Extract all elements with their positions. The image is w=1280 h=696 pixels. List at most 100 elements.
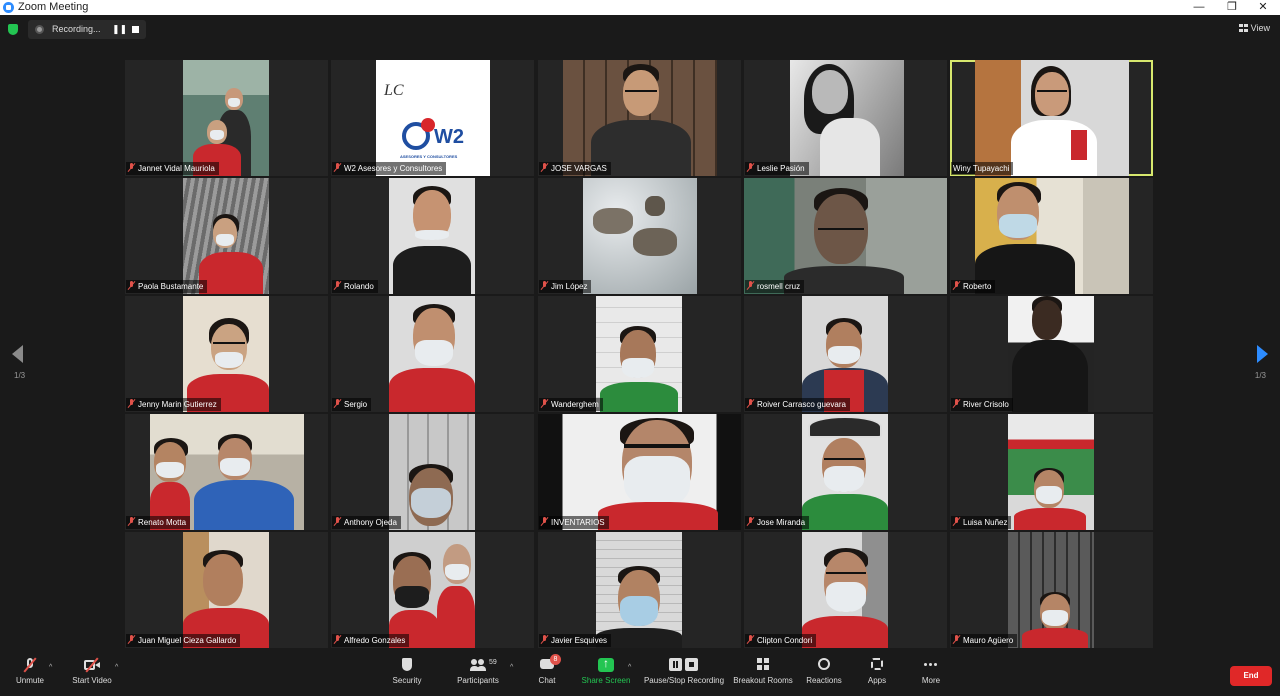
audio-options-caret-icon[interactable]: ^	[49, 664, 52, 671]
apps-button[interactable]: Apps	[862, 658, 892, 685]
previous-page-arrow-icon[interactable]	[12, 345, 23, 363]
chat-button[interactable]: 8 Chat	[532, 654, 562, 685]
participant-name: Juan Miguel Cieza Gallardo	[126, 634, 241, 647]
view-button[interactable]: View	[1238, 23, 1270, 33]
participant-tile[interactable]: Rolando	[331, 178, 534, 294]
mic-muted-icon	[747, 635, 754, 644]
participant-tile[interactable]: Renato Motta	[125, 414, 328, 530]
participant-name: Renato Motta	[126, 516, 191, 529]
participant-name: Rolando	[332, 280, 378, 293]
participant-tile[interactable]: Jannet Vidal Mauriola	[125, 60, 328, 176]
shield-icon[interactable]	[8, 24, 18, 35]
participant-name: INVENTARIOS	[539, 516, 609, 529]
participant-tile[interactable]: Wanderghem	[538, 296, 741, 412]
mic-muted-icon	[747, 281, 754, 290]
participant-name: Luisa Nuñez	[951, 516, 1012, 529]
participant-name: Jose Miranda	[745, 516, 810, 529]
start-video-button[interactable]: Start Video	[66, 657, 118, 685]
participant-tile[interactable]: Leslie Pasión	[744, 60, 947, 176]
participant-video	[389, 178, 475, 294]
maximize-button[interactable]: ❐	[1217, 0, 1247, 15]
mic-muted-icon	[541, 399, 548, 408]
participant-tile[interactable]: Mauro Agüero	[950, 532, 1153, 648]
recording-label: Recording...	[52, 24, 101, 34]
participant-tile[interactable]: River Crisolo	[950, 296, 1153, 412]
participant-tile[interactable]: Javier Esquives	[538, 532, 741, 648]
end-meeting-button[interactable]: End	[1230, 666, 1272, 686]
participant-tile[interactable]: LC W2 ASESORES Y CONSULTORES W2 Asesores…	[331, 60, 534, 176]
stop-recording-button[interactable]	[132, 26, 139, 33]
participants-options-caret-icon[interactable]: ^	[510, 664, 513, 671]
participant-tile[interactable]: Luisa Nuñez	[950, 414, 1153, 530]
meeting-controls-toolbar: Unmute ^ Start Video ^ Security 59 Parti…	[0, 654, 1280, 696]
participant-video	[563, 60, 717, 176]
video-options-caret-icon[interactable]: ^	[115, 664, 118, 671]
participant-tile[interactable]: Roberto	[950, 178, 1153, 294]
participant-name: Jannet Vidal Mauriola	[126, 162, 219, 175]
participant-video	[183, 296, 269, 412]
more-dots-icon	[923, 658, 939, 672]
security-button[interactable]: Security	[388, 658, 426, 685]
mic-muted-icon	[541, 163, 548, 172]
participant-video: LC W2 ASESORES Y CONSULTORES	[376, 60, 490, 176]
company-brand: W2	[434, 126, 464, 148]
participant-tile[interactable]: JOSE VARGAS	[538, 60, 741, 176]
participant-video	[802, 296, 888, 412]
mic-muted-icon	[541, 517, 548, 526]
pause-stop-recording-button[interactable]: Pause/Stop Recording	[642, 658, 726, 685]
minimize-button[interactable]: —	[1184, 0, 1214, 15]
mic-muted-icon	[128, 163, 135, 172]
participant-tile[interactable]: Sergio	[331, 296, 534, 412]
participant-video	[975, 178, 1129, 294]
participant-tile[interactable]: Jose Miranda	[744, 414, 947, 530]
participant-name: JOSE VARGAS	[539, 162, 611, 175]
mic-muted-icon	[541, 281, 548, 290]
participant-tile[interactable]: Anthony Ojeda	[331, 414, 534, 530]
participant-tile[interactable]: Jim López	[538, 178, 741, 294]
participant-video	[802, 532, 888, 648]
mic-muted-icon	[747, 163, 754, 172]
participant-name: Leslie Pasión	[745, 162, 809, 175]
participant-name: Anthony Ojeda	[332, 516, 401, 529]
participant-video	[389, 532, 475, 648]
reactions-button[interactable]: Reactions	[804, 658, 844, 685]
participant-video	[389, 296, 475, 412]
next-page-arrow-icon[interactable]	[1257, 345, 1268, 363]
company-tag: ASESORES Y CONSULTORES	[400, 154, 458, 159]
participant-name: Jenny Marin Gutierrez	[126, 398, 221, 411]
participant-name: Javier Esquives	[539, 634, 612, 647]
participant-name: Alfredo Gonzales	[332, 634, 410, 647]
recording-indicator: Recording... ❚❚	[28, 20, 146, 39]
participant-tile[interactable]: Juan Miguel Cieza Gallardo	[125, 532, 328, 648]
window-titlebar: Zoom Meeting — ❐ ✕	[0, 0, 1280, 15]
unmute-button[interactable]: Unmute	[12, 657, 48, 685]
close-button[interactable]: ✕	[1248, 0, 1278, 15]
chat-unread-badge: 8	[550, 654, 561, 665]
breakout-rooms-button[interactable]: Breakout Rooms	[732, 658, 794, 685]
participant-video	[183, 178, 269, 294]
participant-tile[interactable]: Clipton Condori	[744, 532, 947, 648]
participant-tile[interactable]: INVENTARIOS	[538, 414, 741, 530]
mic-muted-icon	[953, 635, 960, 644]
participant-tile[interactable]: Alfredo Gonzales	[331, 532, 534, 648]
participants-button[interactable]: 59 Participants	[452, 658, 504, 685]
participant-tile-active-speaker[interactable]: Winy Tupayachi	[950, 60, 1153, 176]
participant-name: Wanderghem	[539, 398, 603, 411]
pause-recording-button[interactable]: ❚❚	[112, 24, 127, 35]
more-button[interactable]: More	[916, 658, 946, 685]
participant-tile[interactable]: Jenny Marin Gutierrez	[125, 296, 328, 412]
participant-video	[150, 414, 304, 530]
page-indicator-right: 1/3	[1254, 371, 1266, 380]
share-options-caret-icon[interactable]: ^	[628, 664, 631, 671]
video-camera-muted-icon	[84, 657, 100, 673]
meeting-topbar: Recording... ❚❚ View	[0, 15, 1280, 45]
participant-name: rosmell cruz	[745, 280, 805, 293]
participant-tile[interactable]: rosmell cruz	[744, 178, 947, 294]
company-logo: LC	[384, 82, 404, 99]
people-icon: 59	[470, 658, 497, 672]
share-screen-button[interactable]: Share Screen	[580, 656, 632, 685]
participant-name: Paola Bustamante	[126, 280, 208, 293]
participant-tile[interactable]: Paola Bustamante	[125, 178, 328, 294]
microphone-muted-icon	[22, 657, 38, 673]
participant-tile[interactable]: Roiver Carrasco guevara	[744, 296, 947, 412]
